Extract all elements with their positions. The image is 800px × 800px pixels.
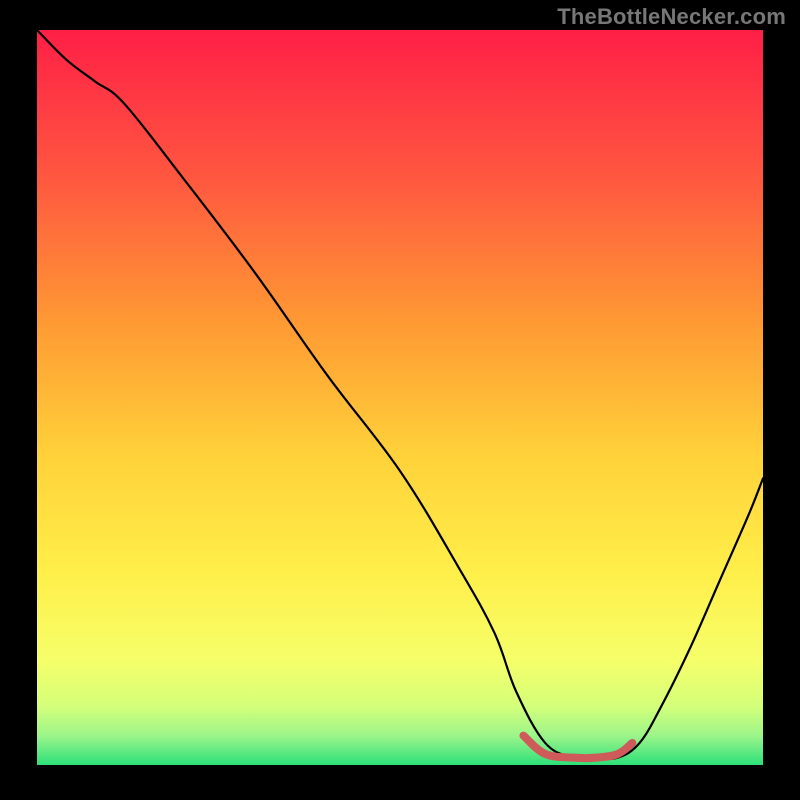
plot-background [37, 30, 763, 765]
chart-svg [0, 0, 800, 800]
chart-frame: TheBottleNecker.com [0, 0, 800, 800]
